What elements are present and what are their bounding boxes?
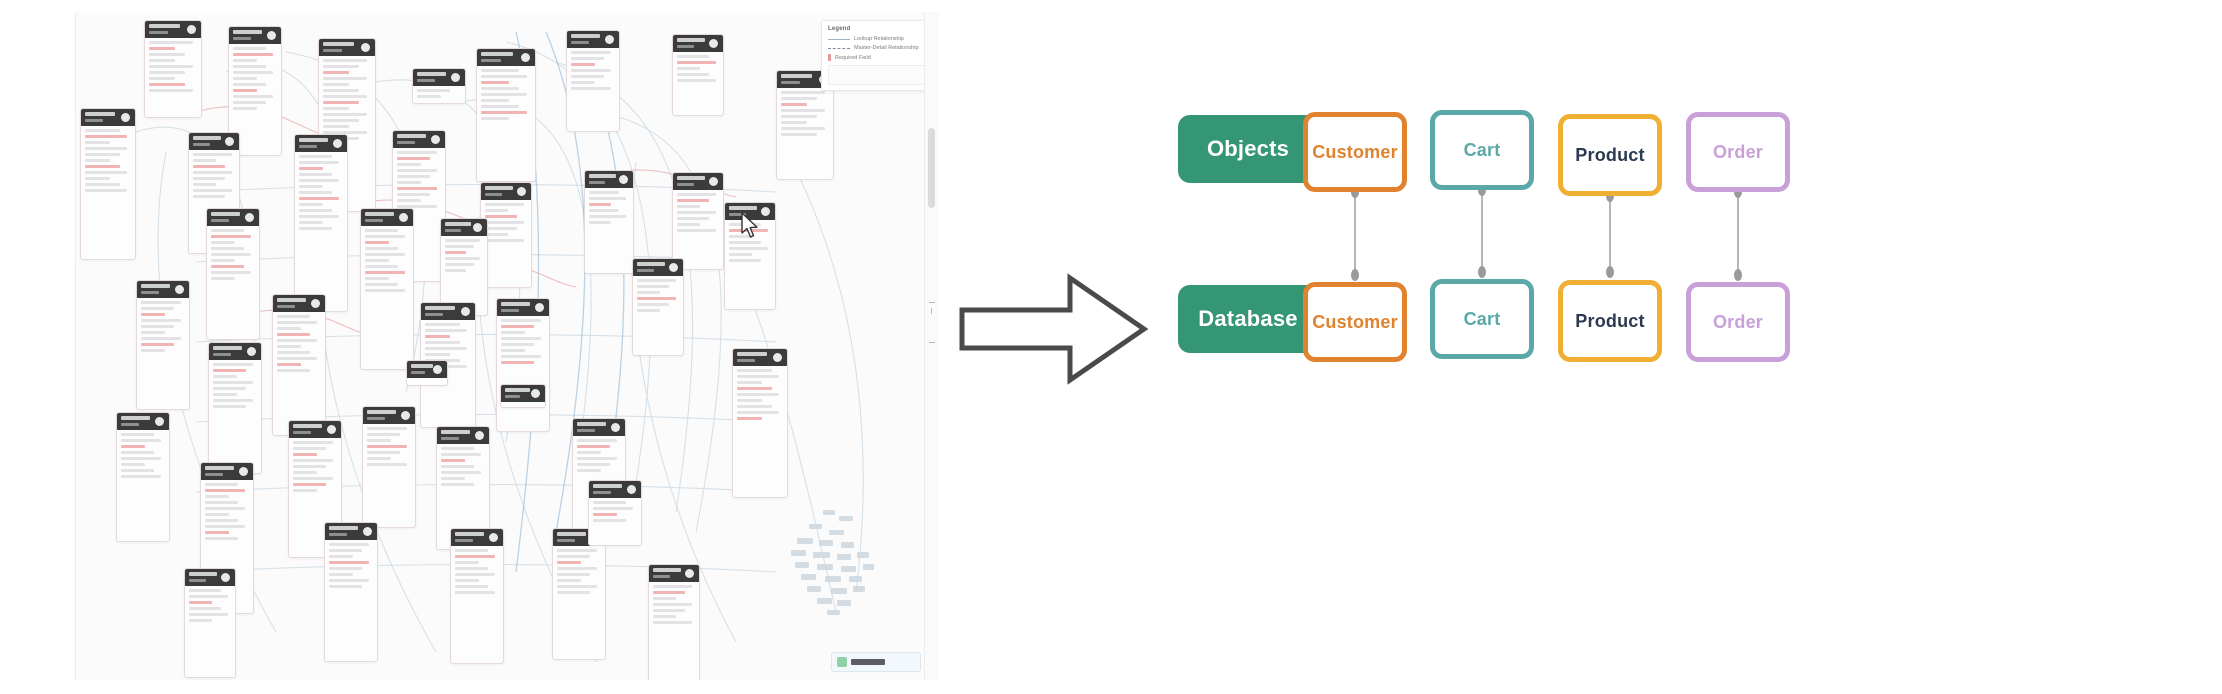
er-table-node[interactable] xyxy=(360,208,414,370)
er-table-node[interactable] xyxy=(732,348,788,498)
database-row-label[interactable]: Database xyxy=(1178,285,1318,353)
database-entity-cart[interactable]: Cart xyxy=(1430,279,1534,359)
legend-preview-box xyxy=(828,65,939,85)
object-entity-cart[interactable]: Cart xyxy=(1430,110,1534,190)
legend-title: Legend xyxy=(828,26,851,32)
er-table-node[interactable] xyxy=(412,68,466,104)
er-table-node[interactable] xyxy=(208,342,262,474)
database-entity-product[interactable]: Product xyxy=(1558,280,1662,362)
database-entity-customer-label: Customer xyxy=(1312,311,1398,332)
er-table-node[interactable] xyxy=(566,30,620,132)
database-entity-customer[interactable]: Customer xyxy=(1303,282,1407,362)
transformation-arrow-icon xyxy=(959,273,1148,385)
legend-item-label: Lookup Relationship xyxy=(854,36,904,42)
status-chip-icon xyxy=(837,657,847,667)
er-legend[interactable]: × Legend Lookup Relationship Master-Deta… xyxy=(821,20,939,91)
er-table-node[interactable] xyxy=(632,258,684,356)
database-entity-order-label: Order xyxy=(1712,311,1764,332)
object-entity-cart-label: Cart xyxy=(1463,139,1501,160)
er-table-node[interactable] xyxy=(406,360,448,386)
er-bottom-toolbar[interactable] xyxy=(831,652,921,672)
er-table-node[interactable] xyxy=(362,406,416,528)
objects-row-label[interactable]: Objects xyxy=(1178,115,1318,183)
er-table-node[interactable] xyxy=(672,172,724,270)
object-entity-order-label: Order xyxy=(1712,141,1764,162)
er-table-node[interactable] xyxy=(648,564,700,680)
er-table-node[interactable] xyxy=(500,384,546,408)
er-table-node[interactable] xyxy=(144,20,202,118)
object-entity-order[interactable]: Order xyxy=(1686,112,1790,192)
er-scroll-strip[interactable] xyxy=(924,12,939,680)
legend-item-label: Required Field xyxy=(835,54,871,61)
er-table-node[interactable] xyxy=(552,528,606,660)
scrollbar-thumb[interactable] xyxy=(928,128,935,208)
toolbar-label-placeholder xyxy=(851,659,885,665)
lookup-relationship-swatch xyxy=(828,38,850,40)
objects-row-label-text: Objects xyxy=(1206,136,1290,161)
object-entity-customer[interactable]: Customer xyxy=(1303,112,1407,192)
database-entity-product-label: Product xyxy=(1575,310,1645,331)
legend-item: Master-Detail Relationship xyxy=(828,45,939,51)
mouse-pointer-icon xyxy=(741,212,758,238)
database-entity-cart-label: Cart xyxy=(1463,308,1501,329)
required-field-swatch xyxy=(828,54,831,61)
database-entity-order[interactable]: Order xyxy=(1686,282,1790,362)
er-table-node[interactable] xyxy=(584,170,634,274)
er-table-node[interactable] xyxy=(294,134,348,312)
object-entity-product[interactable]: Product xyxy=(1558,114,1662,196)
er-table-node[interactable] xyxy=(206,208,260,340)
er-table-node[interactable] xyxy=(116,412,170,542)
er-table-node[interactable] xyxy=(184,568,236,678)
er-table-node[interactable] xyxy=(588,480,642,546)
object-entity-product-label: Product xyxy=(1575,144,1645,165)
er-table-node[interactable] xyxy=(672,34,724,116)
screenshot-canvas: × Legend Lookup Relationship Master-Deta… xyxy=(0,0,2222,694)
object-entity-customer-label: Customer xyxy=(1312,141,1398,162)
legend-item: Lookup Relationship xyxy=(828,36,939,42)
er-table-node[interactable] xyxy=(136,280,190,410)
er-table-node[interactable] xyxy=(272,294,326,436)
er-diagram-panel[interactable]: × Legend Lookup Relationship Master-Deta… xyxy=(75,12,939,680)
database-row-label-text: Database xyxy=(1198,306,1298,331)
er-table-node[interactable] xyxy=(80,108,136,260)
legend-item: Required Field xyxy=(828,54,939,61)
er-table-node[interactable] xyxy=(324,522,378,662)
er-table-node[interactable] xyxy=(496,298,550,432)
er-table-node[interactable] xyxy=(476,48,536,182)
object-database-mapping: Objects Customer Cart Product Order Data… xyxy=(1150,0,2222,694)
er-table-node[interactable] xyxy=(450,528,504,664)
er-node-cluster xyxy=(779,508,899,628)
master-detail-relationship-swatch xyxy=(828,47,850,49)
legend-item-label: Master-Detail Relationship xyxy=(854,45,919,51)
